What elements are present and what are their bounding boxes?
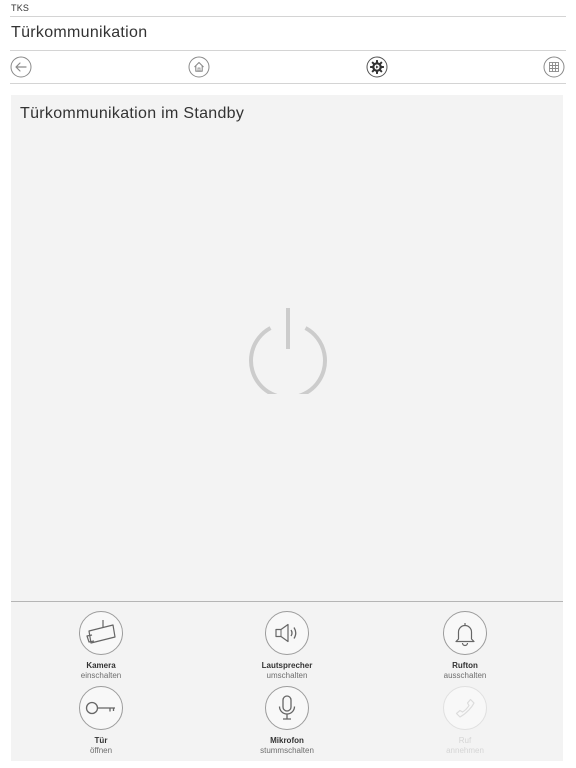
- door-sublabel: öffnen: [89, 746, 113, 755]
- app-label: TKS: [11, 3, 30, 13]
- speaker-button-circle[interactable]: [265, 611, 309, 655]
- microphone-icon: [278, 695, 296, 720]
- settings-button[interactable]: [366, 56, 388, 78]
- key-icon: [85, 701, 115, 715]
- speaker-label: Lautsprecher: [261, 661, 313, 670]
- arrow-left-icon: [10, 56, 32, 78]
- gear-icon: [366, 56, 388, 78]
- ringtone-button-circle[interactable]: [443, 611, 487, 655]
- grid-icon: [543, 56, 565, 78]
- answer-call-button[interactable]: Ruf annehmen: [405, 686, 525, 756]
- ringtone-label: Rufton: [452, 661, 478, 670]
- divider: [10, 16, 566, 17]
- call-label: Ruf: [458, 736, 472, 745]
- camera-sublabel: einschalten: [80, 671, 122, 680]
- phone-icon: [455, 698, 475, 718]
- ringtone-button[interactable]: Rufton ausschalten: [405, 611, 525, 681]
- control-bar: Kamera einschalten Lautsprecher umschalt…: [11, 601, 563, 761]
- bell-icon: [455, 623, 475, 647]
- power-icon: [249, 308, 327, 400]
- power-button[interactable]: [246, 306, 330, 400]
- home-icon: [188, 56, 210, 78]
- call-sublabel: annehmen: [446, 746, 484, 755]
- divider: [10, 50, 566, 51]
- divider: [10, 83, 566, 84]
- page-title: Türkommunikation: [11, 24, 148, 41]
- camera-button-circle[interactable]: [79, 611, 123, 655]
- speaker-button[interactable]: Lautsprecher umschalten: [227, 611, 347, 681]
- door-button[interactable]: Tür öffnen: [41, 686, 161, 756]
- standby-panel: Türkommunikation im Standby: [11, 95, 563, 601]
- mic-button[interactable]: Mikrofon stummschalten: [227, 686, 347, 756]
- camera-icon: [86, 620, 116, 644]
- camera-button[interactable]: Kamera einschalten: [41, 611, 161, 681]
- ringtone-sublabel: ausschalten: [443, 671, 487, 680]
- speaker-icon: [275, 623, 297, 643]
- back-button[interactable]: [10, 56, 32, 78]
- grid-button[interactable]: [543, 56, 565, 78]
- door-label: Tür: [94, 736, 108, 745]
- mic-sublabel: stummschalten: [260, 746, 314, 755]
- door-button-circle[interactable]: [79, 686, 123, 730]
- panel-title: Türkommunikation im Standby: [20, 105, 245, 122]
- speaker-sublabel: umschalten: [266, 671, 308, 680]
- mic-label: Mikrofon: [270, 736, 304, 745]
- camera-label: Kamera: [86, 661, 116, 670]
- mic-button-circle[interactable]: [265, 686, 309, 730]
- home-button[interactable]: [188, 56, 210, 78]
- answer-call-button-circle[interactable]: [443, 686, 487, 730]
